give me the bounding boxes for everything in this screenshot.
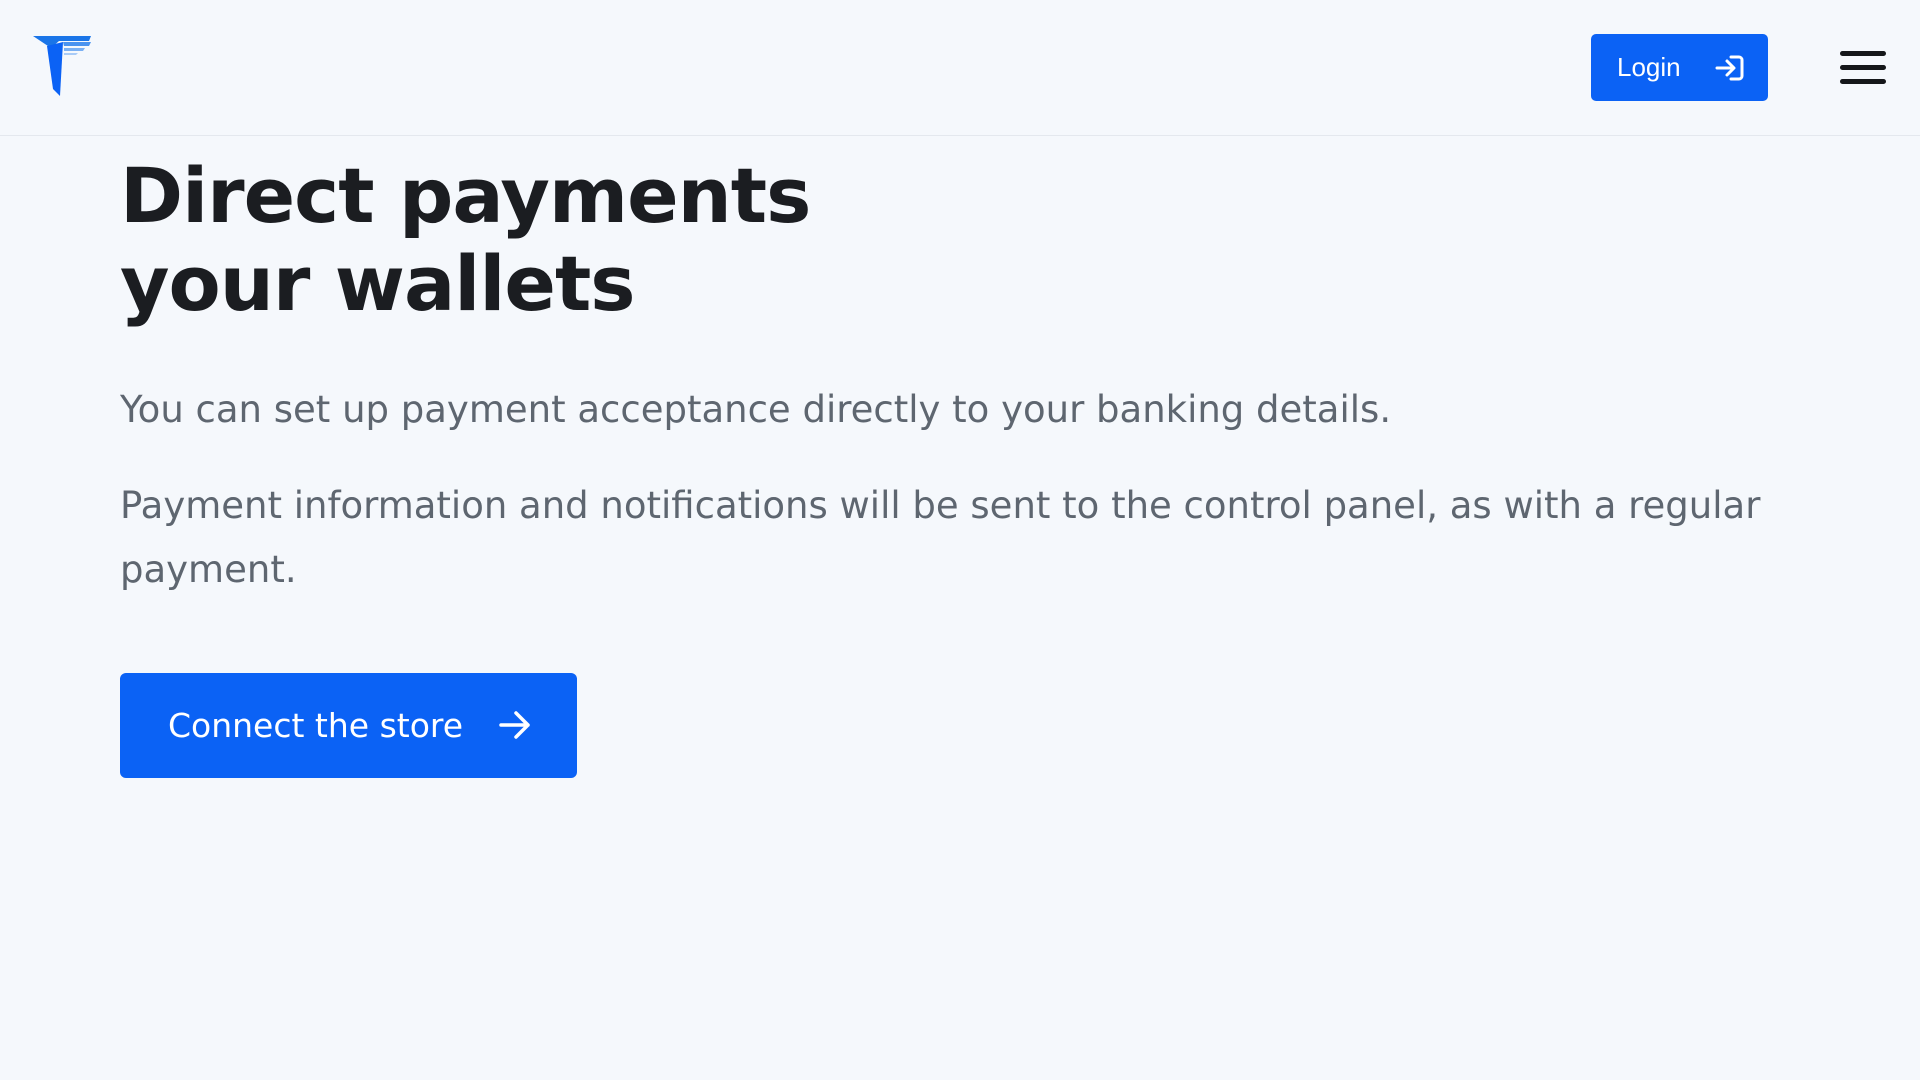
- hero-title-line-1: Direct payments: [120, 151, 811, 240]
- hero-title: Direct payments your wallets: [120, 152, 1020, 328]
- arrow-right-icon: [498, 709, 532, 741]
- brand-logo-icon[interactable]: [33, 34, 95, 100]
- hero-paragraph-2: Payment information and notifications wi…: [120, 484, 1761, 591]
- site-header: Login: [0, 0, 1920, 136]
- connect-store-button[interactable]: Connect the store: [120, 673, 577, 778]
- hamburger-menu-icon[interactable]: [1838, 48, 1888, 88]
- hero-title-line-2: your wallets: [120, 239, 636, 328]
- connect-store-button-label: Connect the store: [168, 706, 464, 745]
- login-button-label: Login: [1617, 52, 1681, 82]
- login-button[interactable]: Login: [1591, 34, 1768, 101]
- sign-in-icon: [1714, 54, 1744, 82]
- hero-paragraph-1: You can set up payment acceptance direct…: [120, 388, 1392, 431]
- menu-line: [1840, 79, 1886, 84]
- menu-line: [1840, 51, 1886, 56]
- menu-line: [1840, 65, 1886, 70]
